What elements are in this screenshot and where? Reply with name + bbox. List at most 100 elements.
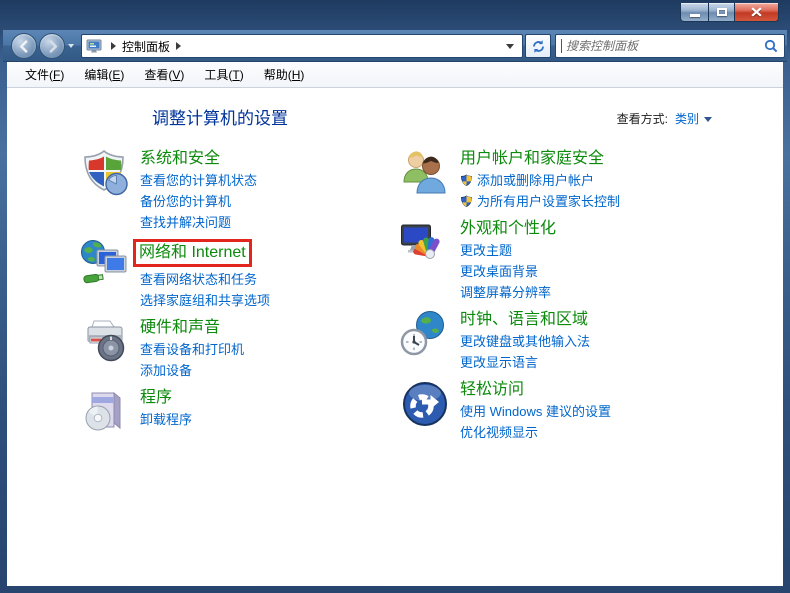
view-by-label: 查看方式: [617, 110, 668, 127]
task-link[interactable]: 更改键盘或其他输入法 [460, 331, 590, 352]
search-icon[interactable] [764, 39, 778, 53]
minimize-icon [690, 14, 700, 17]
view-by-control: 查看方式: 类别 [617, 110, 712, 127]
category-clock-language-region: 时钟、语言和区域 更改键盘或其他输入法 更改显示语言 [400, 309, 720, 373]
breadcrumb-root-arrow-icon[interactable] [111, 42, 116, 50]
menu-bar: 文件(F) 编辑(E) 查看(V) 工具(T) 帮助(H) [7, 62, 783, 88]
close-icon [751, 7, 762, 17]
task-link[interactable]: 查看网络状态和任务 [140, 269, 270, 290]
menu-item-view[interactable]: 查看(V) [134, 62, 194, 88]
menu-item-help[interactable]: 帮助(H) [254, 62, 315, 88]
category-body: 网络和 Internet 查看网络状态和任务 选择家庭组和共享选项 [140, 239, 270, 311]
menu-item-tools[interactable]: 工具(T) [194, 62, 253, 88]
search-box[interactable] [555, 34, 785, 58]
programs-icon [80, 387, 130, 437]
task-link[interactable]: 添加或删除用户帐户 [460, 170, 620, 191]
category-network-and-internet: 网络和 Internet 查看网络状态和任务 选择家庭组和共享选项 [80, 239, 400, 311]
menu-label: 工具( [204, 68, 232, 82]
task-link[interactable]: 查找并解决问题 [140, 212, 257, 233]
minimize-button[interactable] [680, 3, 709, 22]
category-title-programs[interactable]: 程序 [140, 387, 192, 409]
address-bar[interactable]: 控制面板 [81, 34, 523, 58]
menu-item-file[interactable]: 文件(F) [15, 62, 74, 88]
refresh-button[interactable] [525, 34, 551, 58]
category-system-and-security: 系统和安全 查看您的计算机状态 备份您的计算机 查找并解决问题 [80, 148, 400, 233]
category-title-appearance[interactable]: 外观和个性化 [460, 218, 556, 240]
menu-key: T [232, 68, 239, 82]
control-panel-icon [86, 38, 102, 54]
control-panel-home: 调整计算机的设置 查看方式: 类别 [7, 88, 783, 586]
menu-label: ) [240, 68, 244, 82]
close-button[interactable] [734, 3, 779, 22]
menu-label: ) [180, 68, 184, 82]
view-by-dropdown-icon[interactable] [704, 117, 712, 122]
category-title-system-security[interactable]: 系统和安全 [140, 148, 257, 170]
uac-shield-icon [460, 174, 473, 187]
task-link[interactable]: 为所有用户设置家长控制 [460, 191, 620, 212]
recent-pages-dropdown-icon[interactable] [68, 44, 74, 48]
left-column: 系统和安全 查看您的计算机状态 备份您的计算机 查找并解决问题 [80, 148, 400, 449]
menu-label: 查看( [144, 68, 172, 82]
category-ease-of-access: 轻松访问 使用 Windows 建议的设置 优化视频显示 [400, 379, 720, 443]
caption-buttons [680, 3, 779, 22]
network-internet-icon [80, 239, 130, 289]
task-link[interactable]: 查看您的计算机状态 [140, 170, 257, 191]
task-link[interactable]: 备份您的计算机 [140, 191, 257, 212]
uac-shield-icon [460, 195, 473, 208]
user-accounts-icon [400, 148, 450, 198]
breadcrumb-item-control-panel[interactable]: 控制面板 [122, 38, 170, 55]
task-link-label: 添加或删除用户帐户 [477, 170, 594, 191]
system-security-icon [80, 148, 130, 198]
task-link-label: 为所有用户设置家长控制 [477, 191, 620, 212]
category-body: 系统和安全 查看您的计算机状态 备份您的计算机 查找并解决问题 [140, 148, 257, 233]
task-link[interactable]: 优化视频显示 [460, 422, 611, 443]
category-programs: 程序 卸载程序 [80, 387, 400, 437]
task-link[interactable]: 更改显示语言 [460, 352, 590, 373]
address-dropdown-icon[interactable] [506, 44, 514, 49]
task-link[interactable]: 查看设备和打印机 [140, 339, 244, 360]
navigation-bar: 控制面板 [3, 30, 787, 62]
right-column: 用户帐户和家庭安全 添加或删除用户帐户 [400, 148, 720, 449]
menu-item-edit[interactable]: 编辑(E) [74, 62, 134, 88]
refresh-icon [531, 39, 546, 54]
category-user-accounts-family-safety: 用户帐户和家庭安全 添加或删除用户帐户 [400, 148, 720, 212]
forward-button[interactable] [39, 33, 65, 59]
menu-label: ) [300, 68, 304, 82]
clock-language-region-icon [400, 309, 450, 359]
menu-label: 编辑( [84, 68, 112, 82]
search-input[interactable] [562, 39, 764, 53]
forward-arrow-icon [46, 40, 59, 53]
category-body: 程序 卸载程序 [140, 387, 192, 437]
category-title-ease-of-access[interactable]: 轻松访问 [460, 379, 611, 401]
category-body: 外观和个性化 更改主题 更改桌面背景 调整屏幕分辨率 [460, 218, 556, 303]
ease-of-access-icon [400, 379, 450, 429]
menu-label: ) [60, 68, 64, 82]
task-link[interactable]: 更改桌面背景 [460, 261, 556, 282]
category-title-network-internet[interactable]: 网络和 Internet [139, 244, 246, 261]
task-link[interactable]: 更改主题 [460, 240, 556, 261]
window-frame: { "window": { "navbar": { "breadcrumb_it… [0, 0, 790, 593]
hardware-sound-icon [80, 317, 130, 367]
menu-label: 帮助( [264, 68, 292, 82]
maximize-button[interactable] [708, 3, 735, 22]
task-link[interactable]: 使用 Windows 建议的设置 [460, 401, 611, 422]
task-link[interactable]: 选择家庭组和共享选项 [140, 290, 270, 311]
task-link[interactable]: 添加设备 [140, 360, 244, 381]
category-title-user-accounts[interactable]: 用户帐户和家庭安全 [460, 148, 620, 170]
menu-label: ) [120, 68, 124, 82]
maximize-icon [717, 8, 727, 16]
category-appearance-personalization: 外观和个性化 更改主题 更改桌面背景 调整屏幕分辨率 [400, 218, 720, 303]
page-title: 调整计算机的设置 [152, 104, 288, 129]
back-button[interactable] [11, 33, 37, 59]
category-title-hardware-sound[interactable]: 硬件和声音 [140, 317, 244, 339]
category-body: 用户帐户和家庭安全 添加或删除用户帐户 [460, 148, 620, 212]
view-by-value-link[interactable]: 类别 [675, 110, 699, 127]
category-title-clock-region[interactable]: 时钟、语言和区域 [460, 309, 590, 331]
breadcrumb-arrow-icon[interactable] [176, 42, 181, 50]
category-body: 硬件和声音 查看设备和打印机 添加设备 [140, 317, 244, 381]
task-link[interactable]: 调整屏幕分辨率 [460, 282, 556, 303]
task-link[interactable]: 卸载程序 [140, 409, 192, 430]
category-body: 时钟、语言和区域 更改键盘或其他输入法 更改显示语言 [460, 309, 590, 373]
highlight-box: 网络和 Internet [133, 239, 252, 267]
category-columns: 系统和安全 查看您的计算机状态 备份您的计算机 查找并解决问题 [80, 148, 720, 449]
